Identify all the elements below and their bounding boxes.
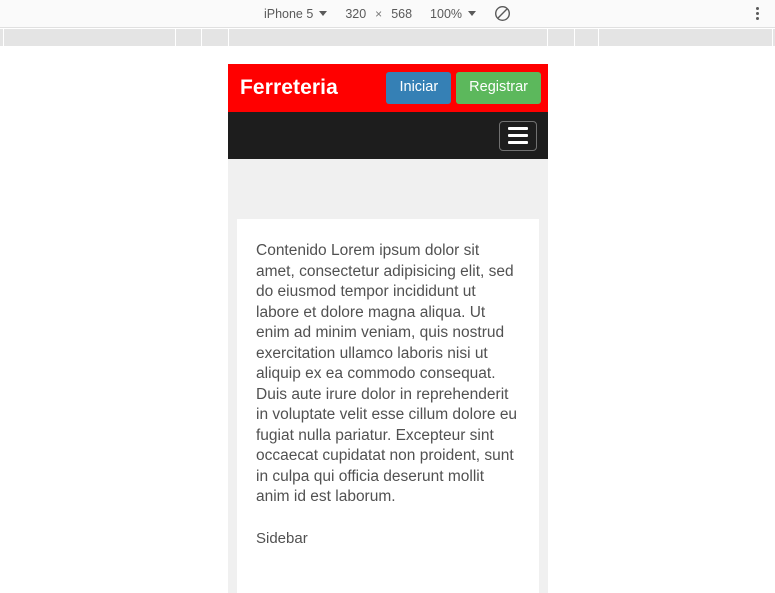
kebab-dot bbox=[755, 17, 759, 20]
site-brand[interactable]: Ferreteria bbox=[240, 76, 338, 100]
chevron-down-icon bbox=[468, 11, 477, 16]
zoom-selector[interactable]: 100% bbox=[430, 6, 477, 21]
device-emulation-toolbar: iPhone 5 320 × 568 100% bbox=[0, 0, 775, 28]
hamburger-bar bbox=[508, 127, 528, 130]
dimension-separator: × bbox=[375, 6, 383, 21]
jumbotron-band bbox=[228, 159, 548, 219]
ruler-tick bbox=[598, 29, 599, 47]
content-wrapper: Contenido Lorem ipsum dolor sit amet, co… bbox=[228, 219, 548, 593]
more-vertical-icon[interactable] bbox=[749, 6, 765, 22]
hamburger-bar bbox=[508, 141, 528, 144]
ruler-tick bbox=[547, 29, 548, 47]
ruler-tick bbox=[3, 29, 4, 47]
kebab-dot bbox=[755, 7, 759, 10]
ruler-tick bbox=[228, 29, 229, 47]
no-throttling-icon[interactable] bbox=[494, 5, 511, 22]
viewport-ruler[interactable] bbox=[0, 29, 775, 47]
sidebar-label: Sidebar bbox=[256, 529, 308, 547]
chevron-down-icon bbox=[319, 11, 328, 16]
ruler-tick bbox=[772, 29, 773, 47]
header-actions: Iniciar Registrar bbox=[386, 72, 541, 104]
site-navbar bbox=[228, 112, 548, 159]
content-card: Contenido Lorem ipsum dolor sit amet, co… bbox=[237, 219, 539, 593]
device-viewport[interactable]: Ferreteria Iniciar Registrar Contenido L… bbox=[228, 64, 548, 593]
kebab-dot bbox=[755, 12, 759, 15]
zoom-level-label: 100% bbox=[430, 6, 463, 21]
hamburger-menu-icon[interactable] bbox=[499, 120, 537, 151]
ruler-tick bbox=[175, 29, 176, 47]
register-button[interactable]: Registrar bbox=[456, 72, 541, 104]
device-selector[interactable]: iPhone 5 bbox=[263, 6, 328, 21]
viewport-width-input[interactable]: 320 bbox=[345, 7, 366, 21]
ruler-tick bbox=[201, 29, 202, 47]
content-paragraph: Contenido Lorem ipsum dolor sit amet, co… bbox=[256, 242, 518, 505]
site-header: Ferreteria Iniciar Registrar bbox=[228, 64, 548, 112]
ruler-tick bbox=[574, 29, 575, 47]
device-name-label: iPhone 5 bbox=[263, 6, 314, 21]
viewport-height-input[interactable]: 568 bbox=[391, 7, 412, 21]
emulation-stage: Ferreteria Iniciar Registrar Contenido L… bbox=[0, 47, 775, 593]
hamburger-bar bbox=[508, 134, 528, 137]
login-button[interactable]: Iniciar bbox=[386, 72, 452, 104]
